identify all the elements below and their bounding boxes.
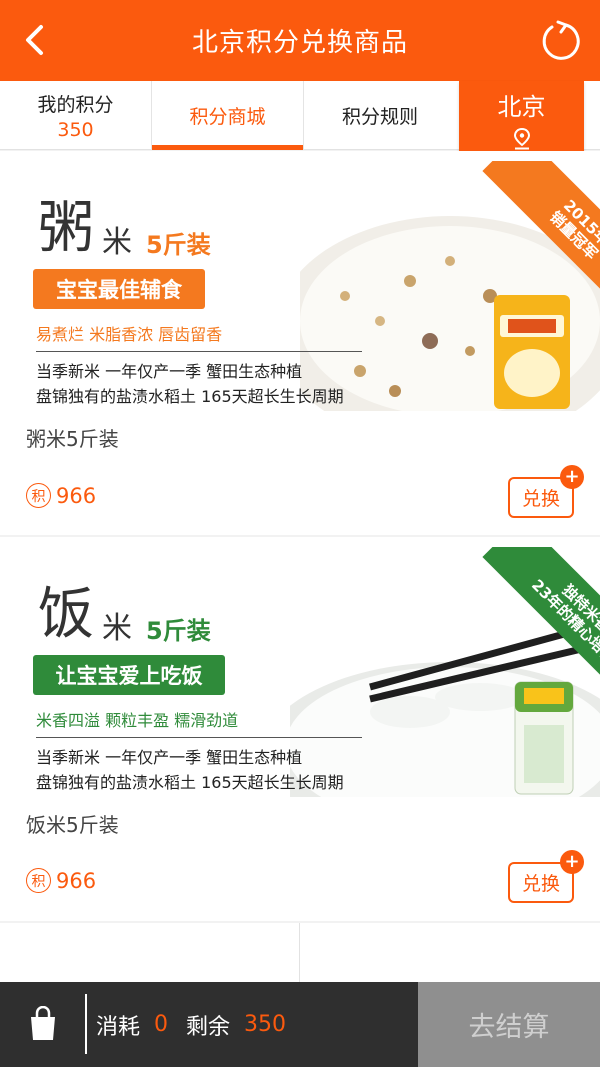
banner-features: 米香四溢 颗粒丰盈 糯滑劲道 <box>36 711 239 730</box>
remain-value: 350 <box>244 1012 287 1037</box>
banner-divider <box>36 737 362 738</box>
points-icon: 积 <box>26 868 51 893</box>
points-icon: 积 <box>26 483 51 508</box>
banner-big-char: 粥 <box>38 196 94 261</box>
banner-spec: 5斤装 <box>146 617 211 645</box>
points-value: 966 <box>56 868 97 893</box>
refresh-button[interactable] <box>540 20 582 62</box>
app-root: 北京积分兑换商品 我的积分 350 积分商城 积分规则 北京 2015年 销量冠… <box>0 0 600 1067</box>
cart-button[interactable] <box>28 1005 58 1042</box>
banner-desc-line1: 当季新米 一年仅产一季 蟹田生态种植 <box>36 748 303 767</box>
banner-spec: 5斤装 <box>146 231 211 259</box>
consume-label: 消耗 <box>96 1014 141 1040</box>
ribbon-band: 2015年 销量冠军 <box>482 161 600 311</box>
product-points: 积 966 <box>26 868 96 893</box>
points-value: 966 <box>56 483 97 508</box>
banner-desc-line2: 盘锦独有的盐渍水稻土 165天超长生长周期 <box>36 387 344 406</box>
banner-divider <box>36 351 362 352</box>
remain-label: 剩余 <box>186 1014 231 1040</box>
shopping-bag-icon <box>31 1005 55 1040</box>
promo-ribbon: 独特米香 23年的精心培育 <box>450 547 600 697</box>
tab-my-points[interactable]: 我的积分 350 <box>0 81 152 150</box>
banner-small-char: 米 <box>102 611 132 646</box>
consume-value: 0 <box>154 1012 169 1037</box>
banner-big-char: 饭 <box>38 582 94 647</box>
redeem-label: 兑换 <box>521 873 560 895</box>
ribbon-band: 独特米香 23年的精心培育 <box>482 547 600 697</box>
add-badge: + <box>560 850 584 874</box>
active-tab-indicator <box>152 145 303 150</box>
redeem-button[interactable]: 兑换 + <box>508 850 584 903</box>
city-selector[interactable]: 北京 <box>459 81 584 159</box>
tab-points-mall[interactable]: 积分商城 <box>152 81 304 150</box>
page-title: 北京积分兑换商品 <box>191 28 408 58</box>
refresh-icon <box>542 20 580 60</box>
promo-ribbon: 2015年 销量冠军 <box>450 161 600 311</box>
product-name: 粥米5斤装 <box>26 427 119 451</box>
banner-slogan: 宝宝最佳辅食 <box>33 269 205 309</box>
points-summary: 消耗 0 剩余 350 <box>96 982 304 1067</box>
tab-points-rules[interactable]: 积分规则 <box>304 81 456 150</box>
product-points: 积 966 <box>26 483 96 508</box>
banner-desc-line2: 盘锦独有的盐渍水稻土 165天超长生长周期 <box>36 773 344 792</box>
back-button[interactable] <box>14 20 54 60</box>
product-banner[interactable]: 2015年 销量冠军 粥 米 5斤装 宝宝最佳辅食 易煮烂 米脂香浓 唇齿留香 … <box>0 161 600 411</box>
my-points-label: 我的积分 <box>37 94 114 116</box>
product-name: 饭米5斤装 <box>26 813 119 837</box>
banner-desc-line1: 当季新米 一年仅产一季 蟹田生态种植 <box>36 362 303 381</box>
checkout-button[interactable]: 去结算 <box>418 982 600 1067</box>
top-nav-bar: 北京积分兑换商品 <box>0 0 600 81</box>
product-banner[interactable]: 独特米香 23年的精心培育 饭 米 5斤装 让宝宝爱上吃饭 米香四溢 颗粒丰盈 … <box>0 547 600 797</box>
redeem-label: 兑换 <box>521 488 560 510</box>
banner-features: 易煮烂 米脂香浓 唇齿留香 <box>36 325 223 344</box>
location-pin-icon <box>513 128 530 150</box>
product-card[interactable]: 2015年 销量冠军 粥 米 5斤装 宝宝最佳辅食 易煮烂 米脂香浓 唇齿留香 … <box>0 151 600 535</box>
product-card[interactable]: 独特米香 23年的精心培育 饭 米 5斤装 让宝宝爱上吃饭 米香四溢 颗粒丰盈 … <box>0 537 600 921</box>
chevron-left-icon <box>26 25 43 55</box>
redeem-button[interactable]: 兑换 + <box>508 465 584 518</box>
checkout-bar: 消耗 0 剩余 350 去结算 <box>0 982 600 1067</box>
banner-slogan: 让宝宝爱上吃饭 <box>33 655 225 695</box>
banner-small-char: 米 <box>102 225 132 260</box>
my-points-value: 350 <box>57 119 94 141</box>
city-label: 北京 <box>497 93 546 121</box>
points-mall-label: 积分商城 <box>189 106 266 128</box>
add-badge: + <box>560 465 584 489</box>
points-rules-label: 积分规则 <box>341 106 418 128</box>
bar-divider <box>85 994 87 1054</box>
